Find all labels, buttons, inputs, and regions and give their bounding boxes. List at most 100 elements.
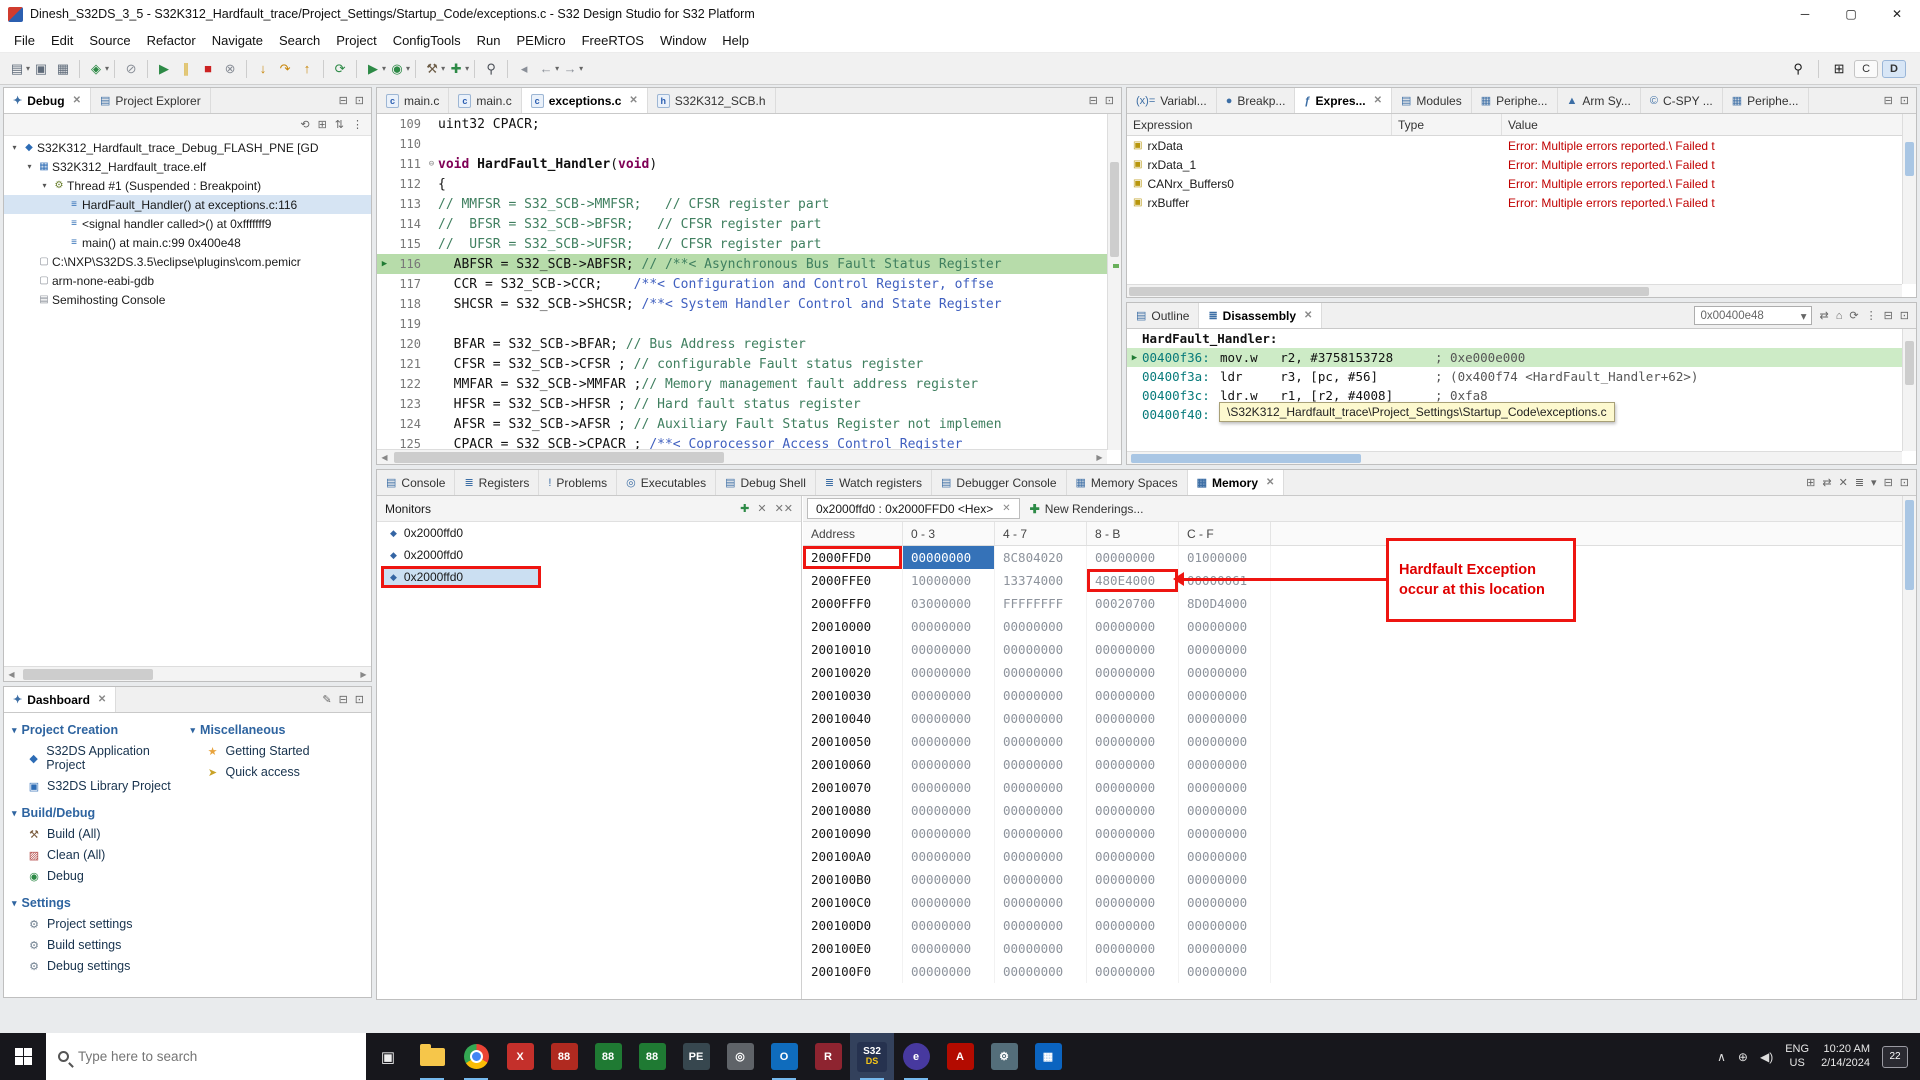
memory-monitor-item[interactable]: ◆ 0x2000ffd0 — [381, 566, 541, 588]
editor-tab-main-c[interactable]: c main.c — [449, 88, 522, 113]
taskbar-app-pemicro[interactable]: PE — [674, 1033, 718, 1080]
memory-value-cell[interactable]: 00000000 — [1087, 937, 1179, 960]
memory-value-cell[interactable]: 00000000 — [903, 684, 995, 707]
expression-row-rxdata[interactable]: ▣ rxData Error: Multiple errors reported.\… — [1127, 136, 1916, 155]
maximize-icon[interactable]: ⊡ — [1105, 94, 1114, 107]
memory-address-cell[interactable]: 20010040 — [803, 707, 903, 730]
scroll-left-icon[interactable]: ◀ — [4, 670, 19, 679]
save-all-icon[interactable]: ▦ — [53, 58, 73, 80]
memory-value-cell[interactable]: 00000000 — [1179, 868, 1271, 891]
menu-window[interactable]: Window — [652, 28, 714, 52]
memory-value-cell[interactable]: 00000000 — [1087, 891, 1179, 914]
expr-tab-modules[interactable]: ▤ Modules — [1392, 88, 1472, 113]
editor-tab-s32k312-scb-h[interactable]: h S32K312_SCB.h — [648, 88, 776, 113]
memory-value-cell[interactable]: 00000000 — [903, 937, 995, 960]
code-text[interactable]: CFSR = S32_SCB->CFSR ; // configurable F… — [438, 357, 1107, 372]
memory-value-cell[interactable]: 00000000 — [1179, 615, 1271, 638]
tree-item-hardfault-handler-at-exceptions-c-116[interactable]: ≡ HardFault_Handler() at exceptions.c:116 — [4, 195, 371, 214]
memory-value-cell[interactable]: 00000000 — [1179, 799, 1271, 822]
refresh-icon[interactable]: ⟲ — [300, 118, 309, 131]
debug-icon[interactable]: ◉ — [387, 58, 407, 80]
menu-search[interactable]: Search — [271, 28, 328, 52]
suspend-icon[interactable]: ∥ — [176, 58, 196, 80]
taskbar-app-app-88-green-2[interactable]: 88 — [630, 1033, 674, 1080]
editor-vertical-scrollbar[interactable] — [1107, 114, 1121, 450]
code-line-112[interactable]: 112 { — [377, 174, 1107, 194]
taskbar-app-camera[interactable]: ◎ — [718, 1033, 762, 1080]
close-icon[interactable]: ✕ — [98, 694, 106, 705]
maximize-icon[interactable]: ⊡ — [1900, 94, 1909, 107]
code-line-119[interactable]: 119 — [377, 314, 1107, 334]
memory-value-cell[interactable]: 00000000 — [1087, 822, 1179, 845]
forward-icon[interactable]: → — [560, 58, 580, 80]
tree-item-arm-none-eabi-gdb[interactable]: ▢ arm-none-eabi-gdb — [4, 271, 371, 290]
memory-value-cell[interactable]: 00000000 — [995, 638, 1087, 661]
memory-value-cell[interactable]: 00000000 — [903, 960, 995, 983]
code-line-109[interactable]: 109 uint32 CPACR; — [377, 114, 1107, 134]
memory-address-cell[interactable]: 200100D0 — [803, 914, 903, 937]
expr-tab-breakp[interactable]: ● Breakp... — [1217, 88, 1296, 113]
memory-value-cell[interactable]: 00000000 — [1179, 822, 1271, 845]
minimize-icon[interactable]: ⊟ — [339, 693, 348, 706]
memory-address-cell[interactable]: 200100C0 — [803, 891, 903, 914]
clock[interactable]: 10:20 AM 2/14/2024 — [1821, 1043, 1870, 1071]
scroll-track[interactable] — [1127, 285, 1902, 297]
remove-monitor-icon[interactable]: ✕ — [757, 502, 766, 515]
tree-item-main-at-main-c-99-0x400e48[interactable]: ≡ main() at main.c:99 0x400e48 — [4, 233, 371, 252]
memory-value-cell[interactable]: 00000000 — [903, 868, 995, 891]
home-icon[interactable]: ⌂ — [1836, 310, 1843, 322]
memory-value-cell[interactable]: 00000000 — [995, 868, 1087, 891]
code-line-118[interactable]: 118 SHCSR = S32_SCB->SHCSR; /**< System … — [377, 294, 1107, 314]
bottom-tab-debug-shell[interactable]: ▤ Debug Shell — [716, 470, 816, 495]
view-menu-icon[interactable]: ⋮ — [352, 118, 363, 131]
code-line-124[interactable]: 124 AFSR = S32_SCB->AFSR ; // Auxiliary … — [377, 414, 1107, 434]
scroll-thumb[interactable] — [1905, 341, 1914, 385]
build-icon[interactable]: ⚒ — [422, 58, 442, 80]
code-text[interactable]: CCR = S32_SCB->CCR; /**< Configuration a… — [438, 277, 1107, 292]
minimize-icon[interactable]: ⊟ — [1884, 476, 1893, 489]
maximize-icon[interactable]: ⊡ — [1900, 476, 1909, 489]
code-text[interactable]: uint32 CPACR; — [438, 117, 1107, 132]
memory-value-cell[interactable]: 00000000 — [1087, 960, 1179, 983]
memory-value-cell[interactable]: 00000000 — [1179, 638, 1271, 661]
memory-address-cell[interactable]: 200100F0 — [803, 960, 903, 983]
layout-icon[interactable]: ⊞ — [318, 118, 327, 131]
memory-value-cell[interactable]: 00000000 — [995, 684, 1087, 707]
taskbar-app-eclipse[interactable]: e — [894, 1033, 938, 1080]
view-menu-icon[interactable]: ▾ — [1871, 476, 1877, 489]
dashboard-link-quick-access[interactable]: ➤ Quick access — [206, 765, 364, 779]
memory-address-cell[interactable]: 20010090 — [803, 822, 903, 845]
close-icon[interactable]: ✕ — [629, 95, 637, 106]
terminate-icon[interactable]: ■ — [198, 58, 218, 80]
debug-horizontal-scrollbar[interactable]: ◀ ▶ — [4, 666, 371, 681]
debug-tab-debug[interactable]: ✦ Debug ✕ — [4, 88, 91, 113]
scroll-thumb[interactable] — [1131, 454, 1361, 463]
bottom-tab-registers[interactable]: ≣ Registers — [455, 470, 540, 495]
disconnect-icon[interactable]: ⊗ — [220, 58, 240, 80]
code-line-116[interactable]: ▶ 116 ABFSR = S32_SCB->ABFSR; // /**< Asy… — [377, 254, 1107, 274]
menu-run[interactable]: Run — [469, 28, 509, 52]
bottom-tab-watch-registers[interactable]: ≣ Watch registers — [816, 470, 933, 495]
minimize-button[interactable]: ─ — [1782, 0, 1828, 28]
code-text[interactable]: void HardFault_Handler(void) — [438, 157, 1107, 172]
code-line-110[interactable]: 110 — [377, 134, 1107, 154]
code-line-117[interactable]: 117 CCR = S32_SCB->CCR; /**< Configurati… — [377, 274, 1107, 294]
view-menu-icon[interactable]: ⋮ — [1866, 309, 1877, 322]
memory-value-cell[interactable]: 00000000 — [903, 730, 995, 753]
taskbar-app-chrome[interactable] — [454, 1033, 498, 1080]
memory-monitor-item[interactable]: ◆ 0x2000ffd0 — [381, 522, 541, 544]
scroll-track[interactable] — [1127, 452, 1902, 464]
memory-value-cell[interactable]: 00000000 — [995, 960, 1087, 983]
column-header-c-f[interactable]: C - F — [1179, 522, 1271, 545]
step-into-icon[interactable]: ↓ — [253, 58, 273, 80]
menu-help[interactable]: Help — [714, 28, 757, 52]
memory-value-cell[interactable]: 00000000 — [995, 730, 1087, 753]
memory-address-cell[interactable]: 200100E0 — [803, 937, 903, 960]
memory-value-cell[interactable]: 10000000 — [903, 569, 995, 592]
menu-project[interactable]: Project — [328, 28, 384, 52]
last-edit-icon[interactable]: ◂ — [514, 58, 534, 80]
dashboard-link-s32ds-application-project[interactable]: ◆ S32DS Application Project — [27, 744, 185, 772]
memory-value-cell[interactable]: 00000000 — [1087, 753, 1179, 776]
memory-value-cell[interactable]: 00000000 — [995, 707, 1087, 730]
memory-value-cell[interactable]: 00000000 — [1179, 845, 1271, 868]
